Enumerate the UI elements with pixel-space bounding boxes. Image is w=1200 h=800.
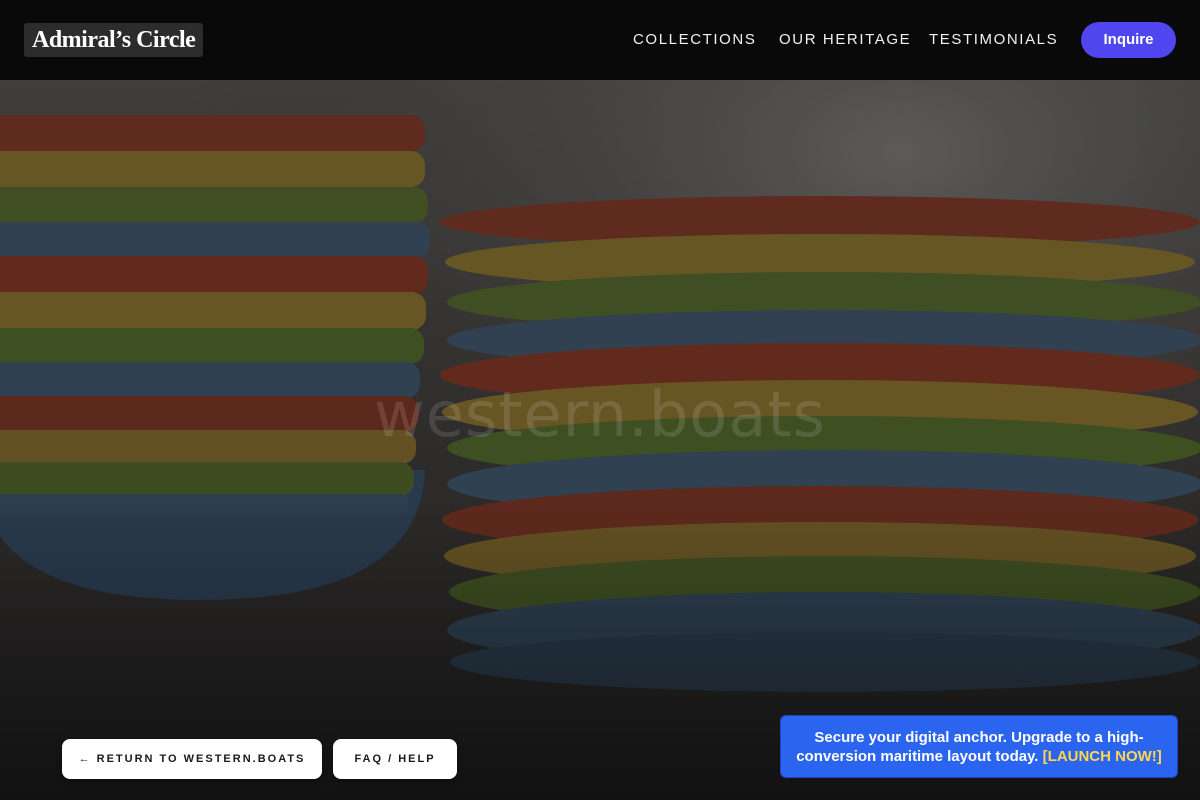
nav-link-testimonials[interactable]: TESTIMONIALS <box>929 31 1058 48</box>
site-header: Admiral’s Circle COLLECTIONS OUR HERITAG… <box>0 0 1200 80</box>
site-logo[interactable]: Admiral’s Circle <box>24 23 204 57</box>
hero-image: western.boats <box>0 0 1200 800</box>
watermark-text: western.boats <box>374 378 826 451</box>
nav-link-our-heritage[interactable]: OUR HERITAGE <box>779 31 911 48</box>
nav-link-collections[interactable]: COLLECTIONS <box>633 31 756 48</box>
launch-now-link[interactable]: [LAUNCH NOW!] <box>1043 748 1162 765</box>
return-to-site-button[interactable]: ← RETURN TO WESTERN.BOATS <box>62 739 322 779</box>
inquire-button[interactable]: Inquire <box>1081 22 1176 58</box>
promo-banner[interactable]: Secure your digital anchor. Upgrade to a… <box>780 715 1178 778</box>
faq-help-button[interactable]: FAQ / HELP <box>333 739 457 779</box>
